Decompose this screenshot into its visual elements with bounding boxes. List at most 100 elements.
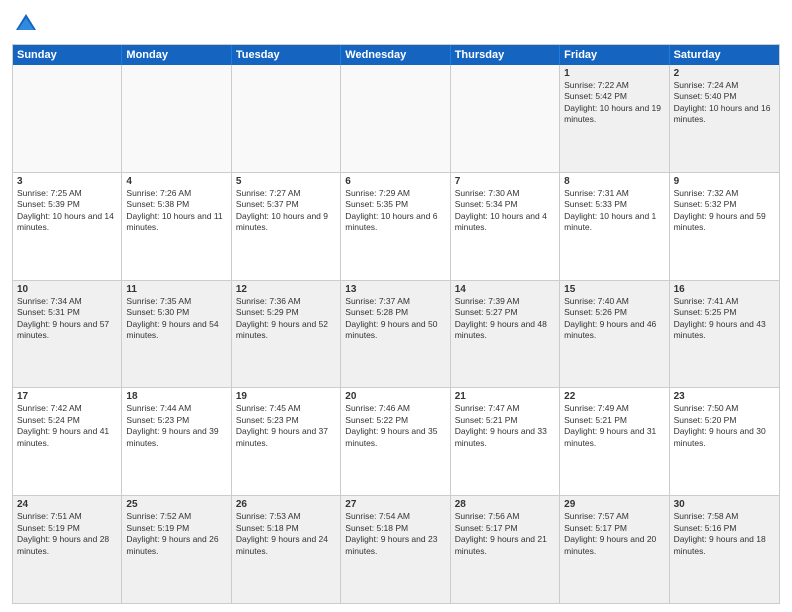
day-number: 10 [17, 284, 117, 295]
empty-cell-0-0 [13, 65, 122, 172]
day-info: Sunrise: 7:56 AM Sunset: 5:17 PM Dayligh… [455, 511, 555, 557]
calendar: SundayMondayTuesdayWednesdayThursdayFrid… [12, 44, 780, 604]
day-info: Sunrise: 7:34 AM Sunset: 5:31 PM Dayligh… [17, 296, 117, 342]
day-cell-30: 30Sunrise: 7:58 AM Sunset: 5:16 PM Dayli… [670, 496, 779, 603]
day-number: 23 [674, 391, 775, 402]
day-number: 14 [455, 284, 555, 295]
day-cell-18: 18Sunrise: 7:44 AM Sunset: 5:23 PM Dayli… [122, 388, 231, 495]
day-number: 8 [564, 176, 664, 187]
day-number: 3 [17, 176, 117, 187]
calendar-row-2: 10Sunrise: 7:34 AM Sunset: 5:31 PM Dayli… [13, 281, 779, 389]
day-header-wednesday: Wednesday [341, 45, 450, 65]
day-cell-2: 2Sunrise: 7:24 AM Sunset: 5:40 PM Daylig… [670, 65, 779, 172]
day-header-saturday: Saturday [670, 45, 779, 65]
day-cell-10: 10Sunrise: 7:34 AM Sunset: 5:31 PM Dayli… [13, 281, 122, 388]
empty-cell-0-1 [122, 65, 231, 172]
day-cell-16: 16Sunrise: 7:41 AM Sunset: 5:25 PM Dayli… [670, 281, 779, 388]
calendar-row-4: 24Sunrise: 7:51 AM Sunset: 5:19 PM Dayli… [13, 496, 779, 603]
day-info: Sunrise: 7:44 AM Sunset: 5:23 PM Dayligh… [126, 403, 226, 449]
empty-cell-0-3 [341, 65, 450, 172]
logo-icon [12, 10, 40, 38]
day-cell-25: 25Sunrise: 7:52 AM Sunset: 5:19 PM Dayli… [122, 496, 231, 603]
day-cell-11: 11Sunrise: 7:35 AM Sunset: 5:30 PM Dayli… [122, 281, 231, 388]
day-info: Sunrise: 7:22 AM Sunset: 5:42 PM Dayligh… [564, 80, 664, 126]
day-info: Sunrise: 7:52 AM Sunset: 5:19 PM Dayligh… [126, 511, 226, 557]
day-number: 21 [455, 391, 555, 402]
day-info: Sunrise: 7:24 AM Sunset: 5:40 PM Dayligh… [674, 80, 775, 126]
calendar-body: 1Sunrise: 7:22 AM Sunset: 5:42 PM Daylig… [13, 65, 779, 603]
day-cell-8: 8Sunrise: 7:31 AM Sunset: 5:33 PM Daylig… [560, 173, 669, 280]
day-number: 9 [674, 176, 775, 187]
day-info: Sunrise: 7:32 AM Sunset: 5:32 PM Dayligh… [674, 188, 775, 234]
day-info: Sunrise: 7:41 AM Sunset: 5:25 PM Dayligh… [674, 296, 775, 342]
day-number: 6 [345, 176, 445, 187]
page: SundayMondayTuesdayWednesdayThursdayFrid… [0, 0, 792, 612]
header [12, 10, 780, 38]
day-info: Sunrise: 7:36 AM Sunset: 5:29 PM Dayligh… [236, 296, 336, 342]
calendar-header: SundayMondayTuesdayWednesdayThursdayFrid… [13, 45, 779, 65]
day-number: 12 [236, 284, 336, 295]
day-info: Sunrise: 7:54 AM Sunset: 5:18 PM Dayligh… [345, 511, 445, 557]
day-number: 22 [564, 391, 664, 402]
day-cell-26: 26Sunrise: 7:53 AM Sunset: 5:18 PM Dayli… [232, 496, 341, 603]
day-cell-7: 7Sunrise: 7:30 AM Sunset: 5:34 PM Daylig… [451, 173, 560, 280]
day-number: 25 [126, 499, 226, 510]
day-header-thursday: Thursday [451, 45, 560, 65]
day-info: Sunrise: 7:50 AM Sunset: 5:20 PM Dayligh… [674, 403, 775, 449]
day-number: 29 [564, 499, 664, 510]
day-cell-21: 21Sunrise: 7:47 AM Sunset: 5:21 PM Dayli… [451, 388, 560, 495]
day-number: 30 [674, 499, 775, 510]
calendar-row-3: 17Sunrise: 7:42 AM Sunset: 5:24 PM Dayli… [13, 388, 779, 496]
day-info: Sunrise: 7:37 AM Sunset: 5:28 PM Dayligh… [345, 296, 445, 342]
day-info: Sunrise: 7:40 AM Sunset: 5:26 PM Dayligh… [564, 296, 664, 342]
day-info: Sunrise: 7:49 AM Sunset: 5:21 PM Dayligh… [564, 403, 664, 449]
day-number: 4 [126, 176, 226, 187]
empty-cell-0-2 [232, 65, 341, 172]
day-info: Sunrise: 7:58 AM Sunset: 5:16 PM Dayligh… [674, 511, 775, 557]
day-cell-20: 20Sunrise: 7:46 AM Sunset: 5:22 PM Dayli… [341, 388, 450, 495]
calendar-row-0: 1Sunrise: 7:22 AM Sunset: 5:42 PM Daylig… [13, 65, 779, 173]
day-number: 1 [564, 68, 664, 79]
day-info: Sunrise: 7:31 AM Sunset: 5:33 PM Dayligh… [564, 188, 664, 234]
day-number: 18 [126, 391, 226, 402]
day-number: 13 [345, 284, 445, 295]
day-number: 28 [455, 499, 555, 510]
day-info: Sunrise: 7:42 AM Sunset: 5:24 PM Dayligh… [17, 403, 117, 449]
day-number: 5 [236, 176, 336, 187]
day-cell-29: 29Sunrise: 7:57 AM Sunset: 5:17 PM Dayli… [560, 496, 669, 603]
day-number: 27 [345, 499, 445, 510]
day-number: 26 [236, 499, 336, 510]
day-number: 24 [17, 499, 117, 510]
day-info: Sunrise: 7:47 AM Sunset: 5:21 PM Dayligh… [455, 403, 555, 449]
day-cell-4: 4Sunrise: 7:26 AM Sunset: 5:38 PM Daylig… [122, 173, 231, 280]
day-info: Sunrise: 7:25 AM Sunset: 5:39 PM Dayligh… [17, 188, 117, 234]
day-number: 17 [17, 391, 117, 402]
day-cell-6: 6Sunrise: 7:29 AM Sunset: 5:35 PM Daylig… [341, 173, 450, 280]
day-info: Sunrise: 7:29 AM Sunset: 5:35 PM Dayligh… [345, 188, 445, 234]
day-number: 2 [674, 68, 775, 79]
calendar-row-1: 3Sunrise: 7:25 AM Sunset: 5:39 PM Daylig… [13, 173, 779, 281]
day-cell-23: 23Sunrise: 7:50 AM Sunset: 5:20 PM Dayli… [670, 388, 779, 495]
day-number: 11 [126, 284, 226, 295]
day-info: Sunrise: 7:26 AM Sunset: 5:38 PM Dayligh… [126, 188, 226, 234]
day-info: Sunrise: 7:35 AM Sunset: 5:30 PM Dayligh… [126, 296, 226, 342]
day-cell-24: 24Sunrise: 7:51 AM Sunset: 5:19 PM Dayli… [13, 496, 122, 603]
day-cell-1: 1Sunrise: 7:22 AM Sunset: 5:42 PM Daylig… [560, 65, 669, 172]
day-number: 20 [345, 391, 445, 402]
empty-cell-0-4 [451, 65, 560, 172]
day-info: Sunrise: 7:53 AM Sunset: 5:18 PM Dayligh… [236, 511, 336, 557]
day-header-tuesday: Tuesday [232, 45, 341, 65]
day-cell-19: 19Sunrise: 7:45 AM Sunset: 5:23 PM Dayli… [232, 388, 341, 495]
day-info: Sunrise: 7:30 AM Sunset: 5:34 PM Dayligh… [455, 188, 555, 234]
day-cell-5: 5Sunrise: 7:27 AM Sunset: 5:37 PM Daylig… [232, 173, 341, 280]
day-info: Sunrise: 7:45 AM Sunset: 5:23 PM Dayligh… [236, 403, 336, 449]
day-info: Sunrise: 7:27 AM Sunset: 5:37 PM Dayligh… [236, 188, 336, 234]
day-cell-13: 13Sunrise: 7:37 AM Sunset: 5:28 PM Dayli… [341, 281, 450, 388]
day-cell-12: 12Sunrise: 7:36 AM Sunset: 5:29 PM Dayli… [232, 281, 341, 388]
day-cell-28: 28Sunrise: 7:56 AM Sunset: 5:17 PM Dayli… [451, 496, 560, 603]
day-header-monday: Monday [122, 45, 231, 65]
day-cell-14: 14Sunrise: 7:39 AM Sunset: 5:27 PM Dayli… [451, 281, 560, 388]
day-cell-3: 3Sunrise: 7:25 AM Sunset: 5:39 PM Daylig… [13, 173, 122, 280]
day-header-friday: Friday [560, 45, 669, 65]
logo [12, 10, 44, 38]
